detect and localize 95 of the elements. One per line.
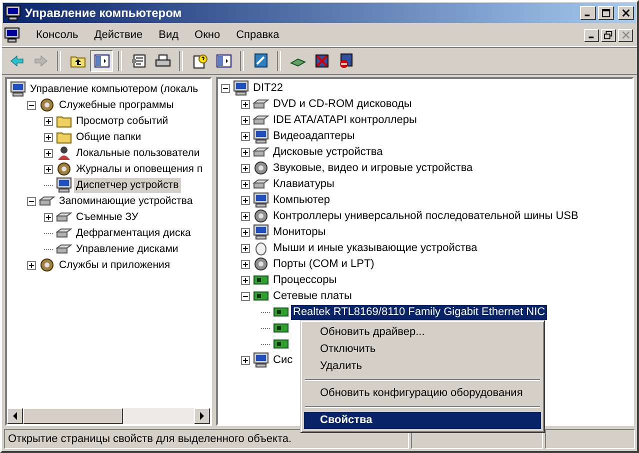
tree-item[interactable]: Управление дисками [74,242,180,256]
computer-icon [5,5,21,21]
expander-icon[interactable] [241,356,250,364]
help-icon [192,52,208,68]
tree-item[interactable]: Диспетчер устройств [74,178,181,192]
context-menu-item[interactable]: Обновить драйвер... [304,324,541,341]
expander-icon[interactable] [241,276,250,284]
expander-icon[interactable] [44,116,53,126]
arrow-left-icon [11,412,19,420]
tree-item[interactable]: Дефрагментация диска [74,226,193,240]
tree-item[interactable]: Realtek RTL8169/8110 Family Gigabit Ethernet NIC [291,304,548,320]
computer-icon [253,352,269,368]
tree-item[interactable]: Мыши и иные указывающие устройства [271,240,480,256]
tree-item[interactable]: Службы и приложения [57,258,172,272]
tree-item[interactable]: Сис [271,352,295,368]
tree-item[interactable]: Компьютер [271,192,332,208]
minimize-button[interactable] [580,6,596,20]
expander-icon[interactable] [221,84,230,92]
expander-icon[interactable] [241,148,250,156]
window-title: Управление компьютером [25,6,182,20]
expander-icon[interactable] [44,164,53,174]
tree-item[interactable]: DVD и CD-ROM дисководы [271,96,414,112]
tree-item[interactable]: Запоминающие устройства [57,194,195,208]
tree-item[interactable]: Дисковые устройства [271,144,385,160]
tree-item[interactable]: Просмотр событий [74,114,170,128]
expander-icon[interactable] [241,292,250,300]
expander-icon[interactable] [27,100,36,110]
expander-icon[interactable] [241,132,250,140]
expander-icon[interactable] [241,244,250,252]
close-button[interactable] [618,6,634,20]
printer-icon [154,52,170,68]
close-button[interactable] [618,28,633,42]
restore-button[interactable] [601,28,616,42]
computer-icon[interactable] [4,27,20,43]
delete-icon [314,52,330,68]
maximize-icon [602,8,610,18]
context-menu-item[interactable]: Удалить [304,358,541,375]
expander-icon[interactable] [241,164,250,172]
menu-item[interactable]: Консоль [28,29,86,41]
tree-item[interactable]: DIT22 [251,80,285,96]
arrow-left-icon [8,52,24,68]
expander-icon[interactable] [241,116,250,124]
context-menu-item[interactable]: Свойства [304,412,541,429]
expander-icon[interactable] [241,212,250,220]
expander-icon[interactable] [241,196,250,204]
expander-icon[interactable] [241,228,250,236]
tree-item[interactable]: Порты (COM и LPT) [271,256,376,272]
tree-item[interactable]: Служебные программы [57,98,176,112]
arrow-right-icon [198,412,206,420]
expander-icon[interactable] [27,260,36,270]
context-menu-item[interactable]: Отключить [304,341,541,358]
computer-icon [56,177,72,193]
tree-item[interactable]: Управление компьютером (локаль [28,82,200,96]
computer-icon [10,81,26,97]
menu-item[interactable]: Окно [186,29,228,41]
pane-icon [94,52,110,68]
disable-icon [338,52,354,68]
restore-icon [604,30,613,40]
menu-item[interactable]: Действие [86,29,151,41]
document-icon [130,52,146,68]
expander-icon[interactable] [44,212,53,222]
tree-item[interactable]: Мониторы [271,224,328,240]
horizontal-scrollbar[interactable] [7,408,210,424]
tree-item[interactable]: Съемные ЗУ [74,210,140,224]
tree-item[interactable]: IDE ATA/ATAPI контроллеры [271,112,419,128]
tree-item[interactable]: Локальные пользователи [74,146,202,160]
expander-icon[interactable] [241,260,250,268]
computer-icon [253,224,269,240]
close-icon [622,31,630,39]
tree-item[interactable]: Видеоадаптеры [271,128,357,144]
computer-icon [253,192,269,208]
tree-item[interactable]: Контроллеры универсальной последовательной шины USB [271,208,580,224]
scan-icon [252,52,268,68]
menu-item[interactable]: Справка [228,29,288,41]
expander-icon[interactable] [241,180,250,188]
tree-item[interactable]: Общие папки [74,130,144,144]
expander-icon[interactable] [241,100,250,108]
tree-item[interactable]: Сетевые платы [271,288,354,304]
tree-item[interactable]: Журналы и оповещения п [74,162,205,176]
minimize-button[interactable] [584,28,599,42]
expander-icon[interactable] [27,196,36,206]
expander-icon[interactable] [44,132,53,142]
computer-icon [233,80,249,96]
computer-icon [253,128,269,144]
menu-item[interactable]: Вид [150,29,187,41]
tree-item[interactable]: Звуковые, видео и игровые устройства [271,160,475,176]
maximize-button[interactable] [598,6,614,20]
arrow-right-icon [32,52,48,68]
tree-item[interactable]: Клавиатуры [271,176,336,192]
context-menu-item[interactable]: Обновить конфигурацию оборудования [304,385,541,402]
tree-tool-button[interactable] [90,50,113,72]
tree-item[interactable]: Процессоры [271,272,339,288]
pane-icon [216,52,232,68]
expander-icon[interactable] [44,148,53,158]
close-icon [622,9,630,17]
